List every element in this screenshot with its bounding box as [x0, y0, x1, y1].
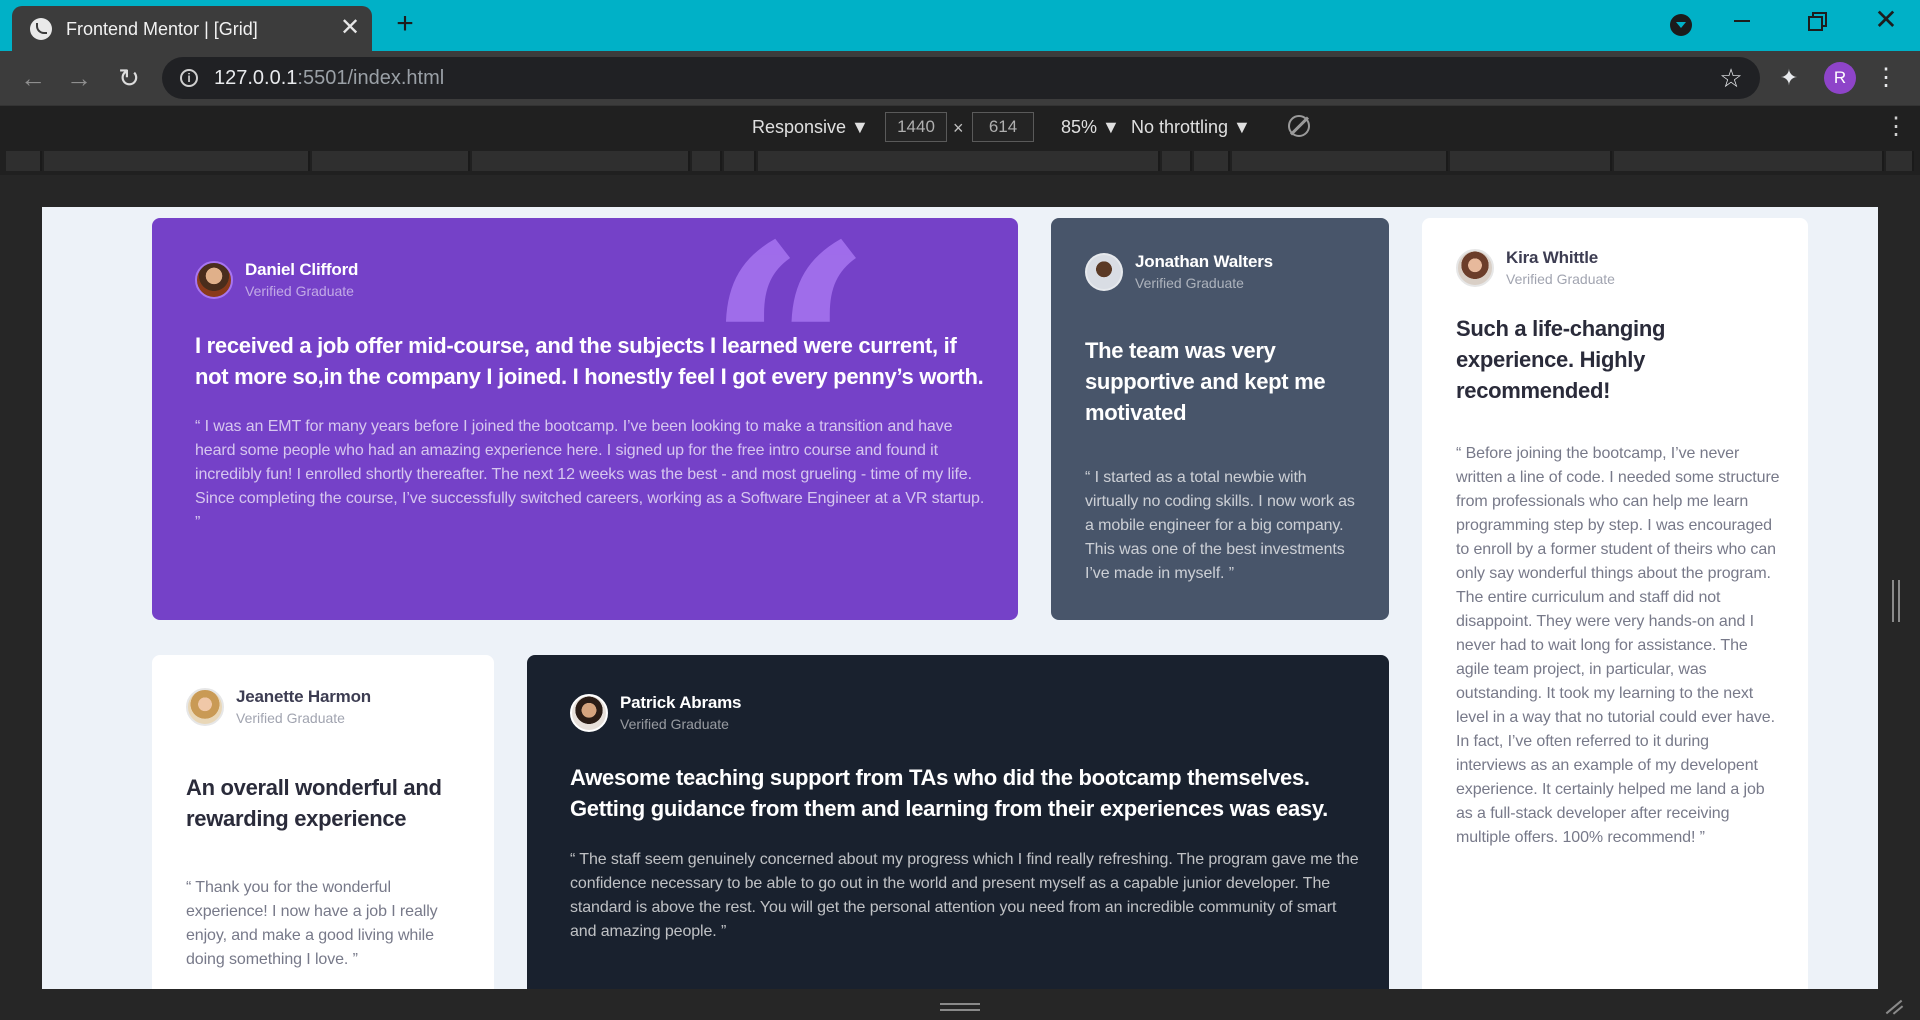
ruler-segment[interactable]	[1450, 151, 1612, 171]
rotate-icon[interactable]	[1288, 115, 1310, 137]
testimonial-body: “ Thank you for the wonderful experience…	[186, 879, 438, 968]
ruler-segment[interactable]	[1232, 151, 1448, 171]
person-role: Verified Graduate	[236, 710, 345, 726]
back-arrow-icon[interactable]: ←	[18, 63, 48, 93]
ruler-segment[interactable]	[1194, 151, 1230, 171]
minimize-window-button[interactable]	[1734, 20, 1750, 22]
device-stage: “ Daniel Clifford Verified Graduate I re…	[0, 175, 1920, 1020]
new-tab-button[interactable]: +	[390, 9, 420, 40]
ruler-segment[interactable]	[44, 151, 310, 171]
testimonial-headline: Such a life-changing experience. Highly …	[1456, 316, 1666, 403]
person-role: Verified Graduate	[1135, 275, 1244, 291]
testimonial-headline: The team was very supportive and kept me…	[1085, 338, 1326, 425]
testimonial-body: “ I was an EMT for many years before I j…	[195, 418, 985, 531]
device-toolbar: Responsive ▼ 1440 × 614 85% ▼ No throttl…	[0, 105, 1920, 147]
testimonial-headline: Awesome teaching support from TAs who di…	[570, 765, 1328, 821]
ruler-segment[interactable]	[1614, 151, 1884, 171]
close-window-button[interactable]: ✕	[1872, 6, 1900, 34]
close-tab-icon[interactable]: ✕	[336, 14, 364, 42]
tab-title: Frontend Mentor | [Grid]	[66, 19, 258, 39]
tab-strip: Frontend Mentor | [Grid] ✕ + ✕	[0, 0, 1920, 51]
frontend-mentor-favicon-icon	[30, 18, 52, 40]
ruler-segment[interactable]	[1162, 151, 1192, 171]
ruler-segment[interactable]	[6, 151, 42, 171]
ruler-segment[interactable]	[472, 151, 690, 171]
device-select[interactable]: Responsive ▼	[752, 117, 869, 138]
testimonial-card-patrick: Patrick Abrams Verified Graduate Awesome…	[527, 655, 1389, 989]
ruler-segment[interactable]	[312, 151, 470, 171]
testimonial-card-kira: Kira Whittle Verified Graduate Such a li…	[1422, 218, 1808, 989]
ruler-segment[interactable]	[1886, 151, 1914, 171]
person-name: Jeanette Harmon	[236, 687, 371, 706]
person-header: Daniel Clifford Verified Graduate	[195, 260, 358, 299]
extensions-puzzle-icon[interactable]: ✦	[1776, 65, 1802, 91]
avatar	[1085, 252, 1123, 291]
viewport-height-input[interactable]: 614	[972, 112, 1034, 142]
testimonial-body: “ Before joining the bootcamp, I’ve neve…	[1456, 445, 1780, 846]
zoom-select[interactable]: 85% ▼	[1061, 117, 1120, 138]
person-role: Verified Graduate	[1506, 271, 1615, 287]
person-name: Daniel Clifford	[245, 260, 359, 279]
throttling-select[interactable]: No throttling ▼	[1131, 117, 1251, 138]
testimonial-card-jeanette: Jeanette Harmon Verified Graduate An ove…	[152, 655, 494, 989]
viewport-resize-handle-bottom[interactable]	[940, 1003, 980, 1011]
profile-avatar[interactable]: R	[1824, 62, 1856, 94]
ruler-segment[interactable]	[724, 151, 756, 171]
person-header: Jonathan Walters Verified Graduate	[1085, 252, 1273, 291]
bookmark-star-icon[interactable]: ☆	[1716, 63, 1746, 93]
browser-tab[interactable]: Frontend Mentor | [Grid] ✕	[12, 6, 372, 51]
viewport-resize-corner-icon[interactable]	[1884, 1000, 1902, 1014]
reload-icon[interactable]: ↻	[114, 63, 144, 93]
tab-search-icon[interactable]	[1670, 14, 1692, 36]
person-role: Verified Graduate	[245, 283, 354, 299]
avatar	[195, 260, 233, 299]
site-info-icon[interactable]: i	[180, 69, 198, 87]
person-header: Jeanette Harmon Verified Graduate	[186, 687, 371, 726]
person-name: Jonathan Walters	[1135, 252, 1273, 271]
url-host: 127.0.0.1	[214, 67, 298, 89]
media-query-ruler	[0, 147, 1920, 175]
forward-arrow-icon[interactable]: →	[64, 63, 94, 93]
testimonial-headline: I received a job offer mid-course, and t…	[195, 333, 984, 389]
person-header: Patrick Abrams Verified Graduate	[570, 693, 741, 732]
url-text[interactable]: 127.0.0.1:5501/index.html	[214, 67, 444, 90]
testimonial-body: “ The staff seem genuinely concerned abo…	[570, 851, 1359, 940]
testimonial-card-jonathan: Jonathan Walters Verified Graduate The t…	[1051, 218, 1389, 620]
page-viewport: “ Daniel Clifford Verified Graduate I re…	[42, 207, 1878, 989]
testimonial-headline: An overall wonderful and rewarding exper…	[186, 775, 442, 831]
avatar	[570, 693, 608, 732]
restore-window-button[interactable]	[1808, 12, 1827, 31]
ruler-segment[interactable]	[758, 151, 1160, 171]
avatar	[186, 687, 224, 726]
ruler-segment[interactable]	[692, 151, 722, 171]
testimonial-body: “ I started as a total newbie with virtu…	[1085, 469, 1355, 582]
viewport-width-input[interactable]: 1440	[885, 112, 947, 142]
testimonial-card-daniel: “ Daniel Clifford Verified Graduate I re…	[152, 218, 1018, 620]
browser-menu-icon[interactable]: ⋮	[1874, 63, 1898, 93]
device-toolbar-menu-icon[interactable]: ⋮	[1884, 112, 1908, 141]
address-bar[interactable]: i 127.0.0.1:5501/index.html ☆	[162, 57, 1760, 99]
avatar	[1456, 248, 1494, 287]
dimension-separator: ×	[953, 118, 964, 138]
person-role: Verified Graduate	[620, 716, 729, 732]
url-path: :5501/index.html	[297, 67, 445, 89]
person-header: Kira Whittle Verified Graduate	[1456, 248, 1615, 287]
browser-toolbar: ← → ↻ i 127.0.0.1:5501/index.html ☆ ✦ R …	[0, 51, 1920, 105]
person-name: Patrick Abrams	[620, 693, 742, 712]
person-name: Kira Whittle	[1506, 248, 1599, 267]
viewport-resize-handle-right[interactable]	[1892, 580, 1900, 622]
